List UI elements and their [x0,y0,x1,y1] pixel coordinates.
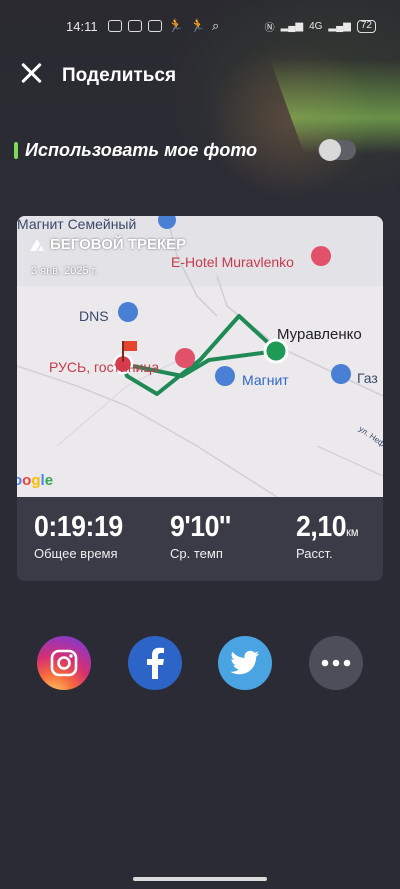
stat-distance-unit: км [346,525,359,539]
notification-app-icon [107,20,122,32]
use-photo-label: Использовать мое фото [25,140,258,160]
runner-icon: 🏃 [167,18,184,33]
close-icon[interactable] [20,62,42,84]
signal-icon: ▂▄▆ [280,20,304,32]
share-card: Магнит Семейный E-Hotel Muravlenko DNS М… [17,216,383,581]
notification-icons: 🏃 🏃 ⌕ [107,18,220,34]
nfc-icon: Ⓝ [264,22,275,34]
map-label-city: Муравленко [277,326,362,343]
pin-gas [331,364,351,384]
status-bar: 14:11 🏃 🏃 ⌕ Ⓝ ▂▄▆ 4G ▂▄▆ 72 [0,0,400,52]
status-right: Ⓝ ▂▄▆ 4G ▂▄▆ 72 [265,19,376,34]
accent-bar [14,142,18,159]
brand-logo-icon [30,238,44,251]
stat-time: 0:19:19 Общее время [34,511,130,561]
pin-rus-hotel [175,348,195,368]
pin-dns [118,302,138,322]
facebook-icon [147,647,164,679]
map-label-magnit-family: Магнит Семейный [17,216,137,232]
map-label-hotel: E-Hotel Muravlenko [171,254,294,270]
stat-distance-label: Расст. [296,546,333,561]
battery-icon: 72 [356,19,376,33]
share-twitter-button[interactable] [218,636,272,690]
brand-badge: БЕГОВОЙ ТРЕКЕР [29,236,186,253]
network-type: 4G [309,20,323,32]
signal-icon: ▂▄▆ [328,20,351,32]
stat-distance-value-wrap: 2,10км [296,511,359,544]
map-label-dns: DNS [79,308,109,324]
status-time: 14:11 [66,18,98,34]
route-map[interactable]: Магнит Семейный E-Hotel Muravlenko DNS М… [17,216,383,497]
finish-marker [263,338,289,364]
stat-pace-label: Ср. темп [170,546,223,561]
twitter-icon [230,650,259,675]
map-label-rus: РУСЬ, гостиница [49,359,160,375]
map-label-gas: Газ [357,370,378,386]
brand-name: БЕГОВОЙ ТРЕКЕР [50,236,187,253]
home-indicator[interactable] [133,877,267,881]
stats-panel: 0:19:19 Общее время 9'10'' Ср. темп 2,10… [17,497,383,581]
mail-icon [147,20,162,32]
top-bar: Поделиться [0,58,400,92]
notification-wb-icon [127,20,142,32]
map-label-magnit: Магнит [242,372,289,388]
stat-pace: 9'10'' Ср. темп [170,511,236,561]
search-icon: ⌕ [211,18,220,33]
use-photo-toggle[interactable] [318,139,356,161]
pin-magnit [215,366,235,386]
share-instagram-button[interactable] [37,636,91,690]
stat-distance-value: 2,10 [296,511,347,543]
runner-icon: 🏃 [189,18,206,33]
share-facebook-button[interactable] [128,636,182,690]
instagram-icon [50,649,78,677]
activity-date: 3 янв. 2025 г. [31,265,98,277]
stat-distance: 2,10км Расст. [296,511,364,561]
google-logo: oogle [17,472,54,489]
page-title: Поделиться [62,65,177,86]
stat-pace-value: 9'10'' [170,511,231,543]
stat-time-label: Общее время [34,546,118,561]
use-photo-row: Использовать мое фото [14,138,386,164]
share-row [0,636,400,690]
stat-time-value: 0:19:19 [34,511,123,543]
toggle-knob [319,139,341,161]
start-flag-icon [123,341,137,351]
more-icon [321,659,351,667]
pin-hotel [311,246,331,266]
share-more-button[interactable] [309,636,363,690]
